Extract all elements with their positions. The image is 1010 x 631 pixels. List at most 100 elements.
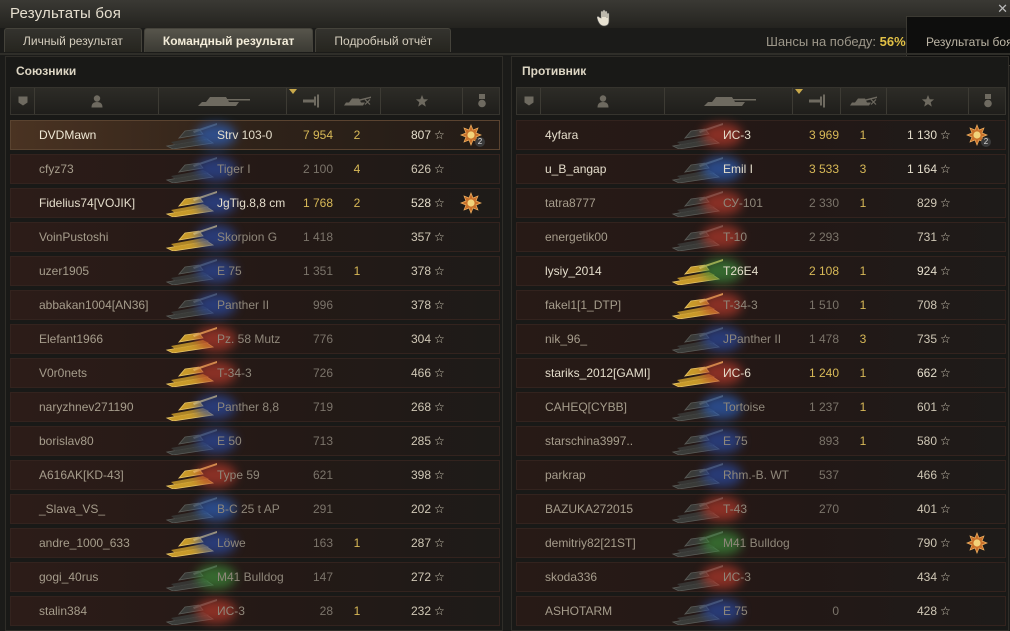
medal-icon[interactable]: 2: [459, 124, 485, 147]
vehicle-name: СУ-101: [723, 196, 763, 210]
player-row[interactable]: u_B_angap Emil I 3 533 3 1 164 ☆: [516, 154, 1006, 184]
col-squad[interactable]: [11, 88, 35, 114]
col-damage[interactable]: [793, 88, 841, 114]
player-row[interactable]: DVDMawn Strv 103-0 7 954 2 807 ☆ 2: [10, 120, 500, 150]
vehicle-name: Pz. 58 Mutz: [217, 332, 281, 346]
star-icon: ☆: [940, 468, 951, 482]
col-player[interactable]: [35, 88, 159, 114]
vehicle-name: Panther 8,8: [217, 400, 280, 414]
player-name[interactable]: andre_1000_633: [39, 529, 130, 557]
col-vehicle[interactable]: [159, 88, 287, 114]
player-row[interactable]: Fidelius74[VOJIK] JgTig.8,8 cm 1 768 2 528 ☆: [10, 188, 500, 218]
player-row[interactable]: _Slava_VS_ B-C 25 t AP 291 202 ☆: [10, 494, 500, 524]
player-row[interactable]: naryzhnev271190 Panther 8,8 719 268 ☆: [10, 392, 500, 422]
player-name[interactable]: Elefant1966: [39, 325, 103, 353]
player-name[interactable]: stalin384: [39, 597, 87, 625]
player-row[interactable]: ASHOTARM E 75 0 428 ☆: [516, 596, 1006, 626]
player-name[interactable]: abbakan1004[AN36]: [39, 291, 148, 319]
vehicle-name: ИС-6: [723, 366, 751, 380]
player-row[interactable]: gogi_40rus M41 Bulldog 147 272 ☆: [10, 562, 500, 592]
player-name[interactable]: starschina3997..: [545, 427, 633, 455]
player-name[interactable]: lysiy_2014: [545, 257, 602, 285]
player-row[interactable]: A616AK[KD-43] Type 59 621 398 ☆: [10, 460, 500, 490]
player-name[interactable]: ASHOTARM: [545, 597, 612, 625]
player-row[interactable]: stariks_2012[GAMI] ИС-6 1 240 1 662 ☆: [516, 358, 1006, 388]
col-squad[interactable]: [517, 88, 541, 114]
player-row[interactable]: 4yfara ИС-3 3 969 1 1 130 ☆ 2: [516, 120, 1006, 150]
tab-personal-result[interactable]: Личный результат: [4, 28, 142, 52]
player-row[interactable]: starschina3997.. E 75 893 1 580 ☆: [516, 426, 1006, 456]
player-name[interactable]: fakel1[1_DTP]: [545, 291, 621, 319]
col-experience[interactable]: [381, 88, 463, 114]
medal-count: 2: [475, 137, 485, 147]
player-row[interactable]: energetik00 T-10 2 293 731 ☆: [516, 222, 1006, 252]
player-name[interactable]: uzer1905: [39, 257, 89, 285]
player-row[interactable]: BAZUKA272015 T-43 270 401 ☆: [516, 494, 1006, 524]
player-row[interactable]: skoda336 ИС-3 434 ☆: [516, 562, 1006, 592]
player-name[interactable]: parkrap: [545, 461, 586, 489]
player-name[interactable]: Fidelius74[VOJIK]: [39, 189, 135, 217]
player-name[interactable]: skoda336: [545, 563, 597, 591]
col-vehicle[interactable]: [665, 88, 793, 114]
player-name[interactable]: _Slava_VS_: [39, 495, 105, 523]
player-row[interactable]: parkrap Rhm.-B. WT 537 466 ☆: [516, 460, 1006, 490]
player-row[interactable]: uzer1905 E 75 1 351 1 378 ☆: [10, 256, 500, 286]
player-row[interactable]: abbakan1004[AN36] Panther II 996 378 ☆: [10, 290, 500, 320]
player-row[interactable]: andre_1000_633 Löwe 163 1 287 ☆: [10, 528, 500, 558]
player-name[interactable]: borislav80: [39, 427, 94, 455]
col-player[interactable]: [541, 88, 665, 114]
star-icon: ☆: [434, 196, 445, 210]
col-achievements[interactable]: [969, 88, 1007, 114]
star-icon: ☆: [940, 366, 951, 380]
win-chance: Шансы на победу: 56%: [766, 34, 906, 49]
player-name[interactable]: gogi_40rus: [39, 563, 98, 591]
medal-icon[interactable]: [459, 192, 483, 214]
damage-value: 2 108: [808, 264, 839, 278]
kills-value: 1: [353, 536, 361, 550]
player-row[interactable]: borislav80 E 50 713 285 ☆: [10, 426, 500, 456]
player-name[interactable]: A616AK[KD-43]: [39, 461, 124, 489]
tab-detailed-report[interactable]: Подробный отчёт: [315, 28, 452, 52]
player-name[interactable]: 4yfara: [545, 121, 578, 149]
player-name[interactable]: nik_96_: [545, 325, 587, 353]
col-achievements[interactable]: [463, 88, 501, 114]
player-row[interactable]: Elefant1966 Pz. 58 Mutz 776 304 ☆: [10, 324, 500, 354]
player-name[interactable]: u_B_angap: [545, 155, 606, 183]
player-name[interactable]: tatra8777: [545, 189, 596, 217]
col-kills[interactable]: [841, 88, 887, 114]
tab-team-result[interactable]: Командный результат: [143, 28, 314, 52]
damage-value: 1 240: [808, 366, 839, 380]
player-row[interactable]: VoinPustoshi Skorpion G 1 418 357 ☆: [10, 222, 500, 252]
player-name[interactable]: V0r0nets: [39, 359, 87, 387]
star-icon: ☆: [940, 230, 951, 244]
player-row[interactable]: stalin384 ИС-3 28 1 232 ☆: [10, 596, 500, 626]
player-name[interactable]: CAHEQ[CYBB]: [545, 393, 627, 421]
col-damage[interactable]: [287, 88, 335, 114]
player-name[interactable]: BAZUKA272015: [545, 495, 633, 523]
close-icon[interactable]: ✕: [997, 1, 1008, 17]
kills-value: [351, 393, 363, 421]
medal-icon[interactable]: 2: [965, 124, 991, 147]
player-row[interactable]: lysiy_2014 T26E4 2 108 1 924 ☆: [516, 256, 1006, 286]
window-title: Результаты боя: [10, 5, 122, 22]
player-name[interactable]: VoinPustoshi: [39, 223, 108, 251]
player-row[interactable]: V0r0nets T-34-3 726 466 ☆: [10, 358, 500, 388]
player-name[interactable]: stariks_2012[GAMI]: [545, 359, 650, 387]
player-name[interactable]: energetik00: [545, 223, 608, 251]
player-row[interactable]: cfyz73 Tiger I 2 100 4 626 ☆: [10, 154, 500, 184]
player-name[interactable]: demitriy82[21ST]: [545, 529, 636, 557]
medal-icon[interactable]: [965, 532, 989, 554]
star-icon: [921, 95, 934, 107]
player-name[interactable]: DVDMawn: [39, 121, 96, 149]
player-name[interactable]: cfyz73: [39, 155, 74, 183]
player-row[interactable]: demitriy82[21ST] M41 Bulldog 790 ☆: [516, 528, 1006, 558]
player-row[interactable]: tatra8777 СУ-101 2 330 1 829 ☆: [516, 188, 1006, 218]
player-row[interactable]: nik_96_ JPanther II 1 478 3 735 ☆: [516, 324, 1006, 354]
col-kills[interactable]: [335, 88, 381, 114]
col-experience[interactable]: [887, 88, 969, 114]
player-row[interactable]: CAHEQ[CYBB] Tortoise 1 237 1 601 ☆: [516, 392, 1006, 422]
player-name[interactable]: naryzhnev271190: [39, 393, 134, 421]
kills-value: 1: [353, 604, 361, 618]
damage-value: 1 510: [808, 298, 839, 312]
player-row[interactable]: fakel1[1_DTP] T-34-3 1 510 1 708 ☆: [516, 290, 1006, 320]
